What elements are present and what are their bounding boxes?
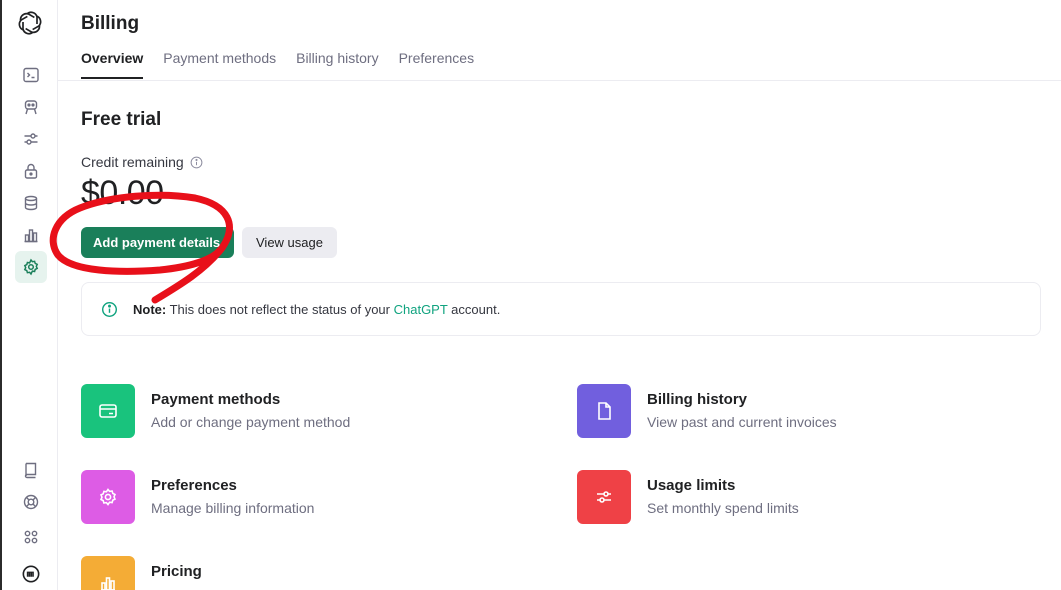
add-payment-details-button[interactable]: Add payment details: [81, 227, 234, 258]
book-icon[interactable]: [15, 454, 47, 486]
gear-icon: [81, 470, 135, 524]
page-header: Billing Overview Payment methods Billing…: [58, 0, 1061, 81]
note-prefix: Note:: [133, 301, 167, 317]
terminal-icon[interactable]: [15, 59, 47, 91]
card-title: Preferences: [151, 477, 237, 494]
note-text: This does not reflect the status of your: [166, 301, 394, 317]
sidebar: [0, 0, 58, 590]
lock-icon[interactable]: [15, 155, 47, 187]
bar-chart-icon[interactable]: [15, 219, 47, 251]
info-icon: [101, 301, 118, 317]
billing-tabs: Overview Payment methods Billing history…: [81, 50, 474, 79]
card-description: Add or change payment method: [151, 414, 351, 430]
help-icon[interactable]: [15, 486, 47, 518]
view-usage-button[interactable]: View usage: [242, 227, 337, 258]
card-description: Manage billing information: [151, 500, 315, 516]
card-preferences[interactable]: Preferences Manage billing information: [81, 470, 314, 524]
card-title: Pricing: [151, 563, 202, 580]
note-text-end: account.: [447, 301, 501, 317]
tab-payment-methods[interactable]: Payment methods: [163, 50, 276, 79]
apps-icon[interactable]: [15, 521, 47, 553]
chatgpt-link[interactable]: ChatGPT: [394, 302, 448, 317]
org-avatar-icon[interactable]: [15, 558, 47, 590]
credit-label-text: Credit remaining: [81, 154, 184, 170]
credit-label: Credit remaining: [81, 154, 203, 170]
database-icon[interactable]: [15, 187, 47, 219]
sliders-icon[interactable]: [15, 123, 47, 155]
card-billing-history[interactable]: Billing history View past and current in…: [577, 384, 837, 438]
card-description: View past and current invoices: [647, 414, 837, 430]
card-title: Usage limits: [647, 477, 736, 494]
plan-title: Free trial: [81, 109, 162, 130]
sliders-icon: [577, 470, 631, 524]
assistant-icon[interactable]: [15, 91, 47, 123]
tab-billing-history[interactable]: Billing history: [296, 50, 378, 79]
credit-amount: $0.00: [81, 174, 164, 212]
status-note: Note: This does not reflect the status o…: [81, 282, 1041, 336]
gear-icon[interactable]: [15, 251, 47, 283]
card-pricing[interactable]: Pricing: [81, 556, 202, 590]
openai-logo-icon[interactable]: [16, 9, 44, 37]
card-description: Set monthly spend limits: [647, 500, 799, 516]
tab-preferences[interactable]: Preferences: [399, 50, 474, 79]
card-usage-limits[interactable]: Usage limits Set monthly spend limits: [577, 470, 799, 524]
document-icon: [577, 384, 631, 438]
billing-overview: Free trial Credit remaining $0.00 Add pa…: [81, 81, 1061, 590]
bar-chart-icon: [81, 556, 135, 590]
card-title: Payment methods: [151, 391, 281, 408]
tab-overview[interactable]: Overview: [81, 50, 144, 79]
card-payment-methods[interactable]: Payment methods Add or change payment me…: [81, 384, 350, 438]
card-title: Billing history: [647, 391, 748, 408]
page-title: Billing: [81, 13, 140, 34]
info-icon[interactable]: [190, 156, 203, 169]
credit-card-icon: [81, 384, 135, 438]
